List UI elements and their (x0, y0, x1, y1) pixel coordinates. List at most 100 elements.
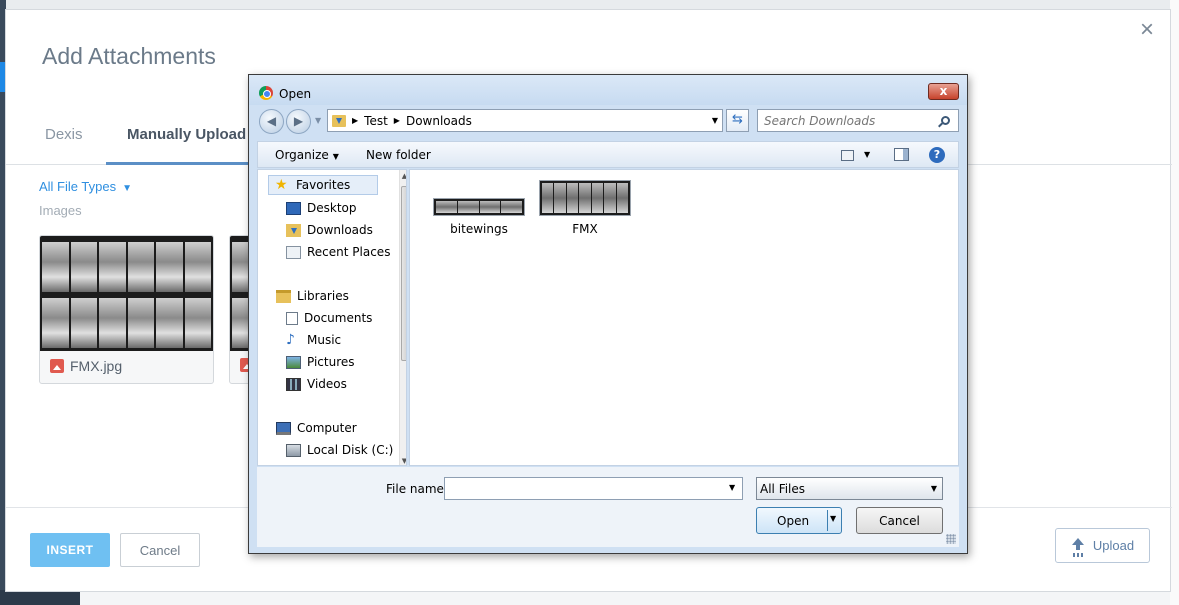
downloads-folder-icon (332, 114, 346, 127)
upload-button-label: Upload (1092, 538, 1135, 553)
chrome-icon (259, 86, 273, 100)
background-footer-dark (0, 590, 80, 605)
refresh-button[interactable]: ⇆ (726, 109, 749, 132)
computer-icon (276, 421, 291, 435)
scroll-down-icon[interactable]: ▼ (400, 457, 406, 465)
nav-local-disk-label: Local Disk (C:) (307, 443, 394, 457)
nav-videos[interactable]: Videos (286, 374, 347, 394)
breadcrumb-separator-icon[interactable]: ▶ (394, 116, 400, 125)
breadcrumb-downloads[interactable]: Downloads (406, 114, 472, 128)
navigation-scrollbar[interactable]: ▲ ▼ (399, 170, 406, 465)
star-icon: ★ (275, 177, 288, 193)
libraries-icon (276, 289, 291, 303)
tab-manually-upload[interactable]: Manually Upload (127, 126, 246, 143)
recent-places-icon (286, 245, 301, 259)
dialog-titlebar[interactable]: Open x (249, 75, 967, 105)
nav-favorites-label: Favorites (296, 178, 351, 192)
navigation-pane: ★ Favorites Desktop Downloads Recent Plac… (257, 169, 407, 466)
change-view-icon[interactable] (841, 150, 854, 161)
file-item-label: bitewings (450, 222, 508, 236)
downloads-icon (286, 223, 301, 237)
nav-music[interactable]: ♪ Music (286, 330, 341, 350)
search-icon[interactable] (941, 116, 950, 125)
file-name-label: File name: (386, 482, 448, 496)
nav-favorites[interactable]: ★ Favorites (268, 175, 378, 195)
xray-upper-row (40, 242, 213, 292)
nav-documents-label: Documents (304, 311, 373, 325)
modal-title: Add Attachments (42, 43, 216, 69)
breadcrumb-test[interactable]: Test (364, 114, 388, 128)
background-right-edge (1170, 0, 1179, 605)
local-disk-icon (286, 443, 301, 457)
xray-lower-row (40, 298, 213, 348)
image-card-filename: FMX.jpg (70, 358, 123, 374)
upload-button[interactable]: Upload (1055, 528, 1150, 563)
nav-computer-label: Computer (297, 421, 357, 435)
dialog-title: Open (279, 87, 312, 101)
image-card-caption: FMX.jpg (50, 358, 122, 374)
view-options-dropdown-icon[interactable]: ▼ (864, 150, 870, 159)
image-card[interactable]: FMX.jpg (39, 235, 214, 384)
preview-pane-icon[interactable] (894, 148, 909, 161)
file-type-select[interactable]: All Files ▼ (756, 477, 943, 500)
nav-libraries-label: Libraries (297, 289, 349, 303)
nav-pictures[interactable]: Pictures (286, 352, 355, 372)
nav-desktop-label: Desktop (307, 201, 357, 215)
videos-icon (286, 377, 301, 391)
nav-recent-places-label: Recent Places (307, 245, 391, 259)
images-section-label: Images (39, 203, 82, 218)
close-icon[interactable]: × (1140, 18, 1154, 42)
scrollbar-thumb[interactable] (401, 186, 406, 361)
file-item-bitewings[interactable]: bitewings (432, 180, 526, 236)
cancel-button[interactable]: Cancel (120, 533, 200, 567)
chevron-down-icon: ▼ (930, 484, 937, 493)
scroll-up-icon[interactable]: ▲ (400, 172, 406, 180)
resize-grip-icon[interactable] (946, 534, 956, 544)
dialog-bottom-panel: File name: ▼ All Files ▼ Open ▼ Cancel (257, 467, 959, 547)
tab-dexis[interactable]: Dexis (45, 126, 83, 143)
search-input[interactable] (757, 109, 959, 132)
file-list-pane: bitewings FMX (409, 169, 959, 466)
image-icon (50, 359, 64, 373)
pictures-icon (286, 355, 301, 369)
help-icon[interactable]: ? (929, 147, 945, 163)
recent-locations-dropdown-icon[interactable]: ▼ (315, 116, 321, 125)
bitewings-thumbnail (433, 198, 525, 216)
open-button-divider (827, 510, 828, 531)
upload-icon (1071, 537, 1085, 554)
address-dropdown-icon[interactable]: ▼ (712, 116, 718, 125)
file-item-label: FMX (572, 222, 598, 236)
breadcrumb-separator-icon[interactable]: ▶ (352, 116, 358, 125)
dialog-navigation-bar: ◀ ▶ ▼ ▶ Test ▶ Downloads ▼ ⇆ (249, 107, 967, 135)
open-file-dialog: Open x ◀ ▶ ▼ ▶ Test ▶ Downloads ▼ ⇆ Orga… (248, 74, 968, 554)
nav-pictures-label: Pictures (307, 355, 355, 369)
dialog-cancel-button[interactable]: Cancel (856, 507, 943, 534)
organize-menu[interactable]: Organize ▼ (275, 148, 339, 162)
insert-button[interactable]: INSERT (30, 533, 110, 567)
chevron-down-icon: ▼ (332, 152, 339, 161)
new-folder-button[interactable]: New folder (366, 148, 431, 162)
forward-button[interactable]: ▶ (286, 109, 311, 134)
desktop-icon (286, 201, 301, 215)
file-type-filter[interactable]: All File Types ▼ (39, 179, 132, 194)
file-type-filter-label: All File Types (39, 179, 117, 194)
dialog-close-button[interactable]: x (928, 83, 959, 100)
back-button[interactable]: ◀ (259, 109, 284, 134)
active-tab-indicator (106, 162, 256, 165)
file-name-input[interactable] (444, 477, 743, 500)
nav-downloads[interactable]: Downloads (286, 220, 373, 240)
open-options-dropdown-icon[interactable]: ▼ (830, 514, 836, 523)
file-name-dropdown-icon[interactable]: ▼ (729, 483, 735, 492)
background-footer (0, 590, 1179, 605)
nav-desktop[interactable]: Desktop (286, 198, 357, 218)
file-item-fmx[interactable]: FMX (538, 180, 632, 236)
documents-icon (286, 311, 298, 325)
nav-local-disk[interactable]: Local Disk (C:) (286, 440, 393, 460)
xray-thumbnail (40, 236, 213, 351)
fmx-thumbnail (539, 180, 631, 216)
nav-documents[interactable]: Documents (286, 308, 372, 328)
nav-recent-places[interactable]: Recent Places (286, 242, 390, 262)
nav-libraries[interactable]: Libraries (276, 286, 349, 306)
address-bar[interactable]: ▶ Test ▶ Downloads ▼ (327, 109, 723, 132)
nav-computer[interactable]: Computer (276, 418, 357, 438)
